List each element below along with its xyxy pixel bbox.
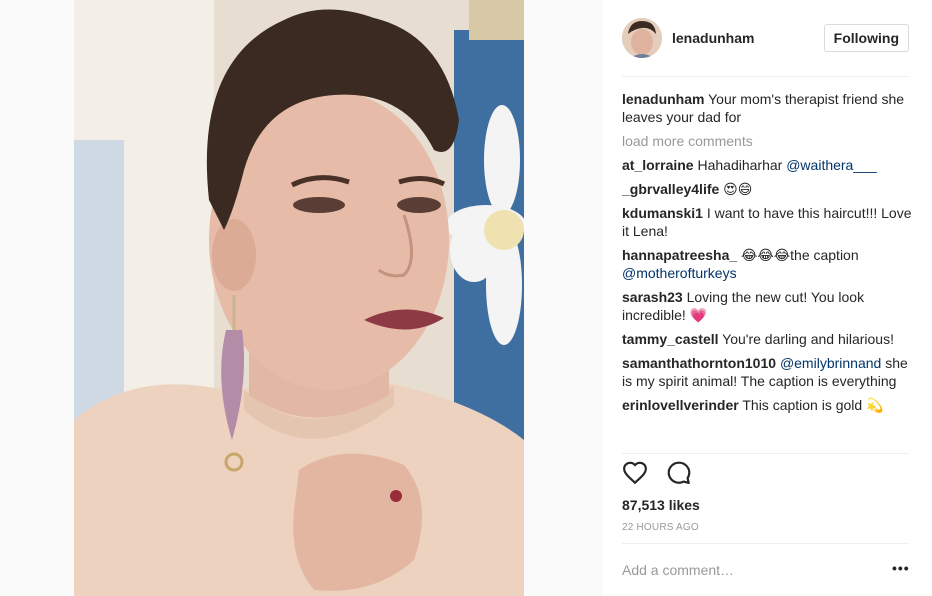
comment: samanthathornton1010 @emilybrinnand she … — [622, 354, 914, 390]
comment-text: Hahadiharhar — [693, 157, 787, 173]
comment: erinlovellverinder This caption is gold … — [622, 396, 914, 414]
comment-username[interactable]: samanthathornton1010 — [622, 355, 776, 371]
comment-text: 😂😂😂the caption — [737, 247, 859, 263]
caption-username[interactable]: lenadunham — [622, 91, 704, 107]
following-button[interactable]: Following — [823, 24, 909, 52]
comment-text: 😍😄 — [719, 181, 753, 197]
load-more-comments-link[interactable]: load more comments — [622, 132, 914, 150]
comment-username[interactable]: tammy_castell — [622, 331, 719, 347]
footer-divider — [622, 543, 909, 544]
add-comment-input[interactable]: Add a comment… — [622, 562, 852, 578]
action-bar — [622, 460, 706, 490]
avatar[interactable] — [622, 18, 662, 58]
comments-divider — [622, 453, 909, 454]
comment-username[interactable]: sarash23 — [622, 289, 683, 305]
more-options-button[interactable]: ••• — [892, 560, 910, 576]
comment: hannapatreesha_ 😂😂😂the caption @motherof… — [622, 246, 914, 282]
comment: tammy_castell You're darling and hilario… — [622, 330, 914, 348]
comment-list: lenadunham Your mom's therapist friend s… — [622, 90, 914, 420]
comment: sarash23 Loving the new cut! You look in… — [622, 288, 914, 324]
comment-mention[interactable]: @motherofturkeys — [622, 265, 737, 281]
comment-username[interactable]: kdumanski1 — [622, 205, 703, 221]
post-username[interactable]: lenadunham — [672, 30, 754, 46]
heart-icon[interactable] — [622, 460, 650, 488]
photo-pane — [0, 0, 602, 596]
post-sidebar: lenadunham Following lenadunham Your mom… — [602, 0, 932, 596]
comment-username[interactable]: _gbrvalley4life — [622, 181, 719, 197]
comment-username[interactable]: erinlovellverinder — [622, 397, 739, 413]
comment-text: This caption is gold 💫 — [738, 397, 884, 413]
post-timestamp[interactable]: 22 HOURS AGO — [622, 522, 699, 533]
comment-username[interactable]: hannapatreesha_ — [622, 247, 737, 263]
comment-username[interactable]: at_lorraine — [622, 157, 694, 173]
comment-text: You're darling and hilarious! — [718, 331, 894, 347]
avatar-image — [622, 18, 662, 58]
comment-mention[interactable]: @emilybrinnand — [780, 355, 881, 371]
caption: lenadunham Your mom's therapist friend s… — [622, 90, 914, 126]
comment-icon[interactable] — [666, 460, 694, 488]
header-divider — [622, 76, 909, 77]
post-header: lenadunham Following — [622, 18, 909, 58]
comment: kdumanski1 I want to have this haircut!!… — [622, 204, 914, 240]
comment: _gbrvalley4life 😍😄 — [622, 180, 914, 198]
post-photo[interactable] — [74, 0, 524, 596]
selfie-image — [74, 0, 524, 596]
comment: at_lorraine Hahadiharhar @waithera___ — [622, 156, 914, 174]
like-count[interactable]: 87,513 likes — [622, 497, 700, 513]
comment-mention[interactable]: @waithera___ — [786, 157, 877, 173]
